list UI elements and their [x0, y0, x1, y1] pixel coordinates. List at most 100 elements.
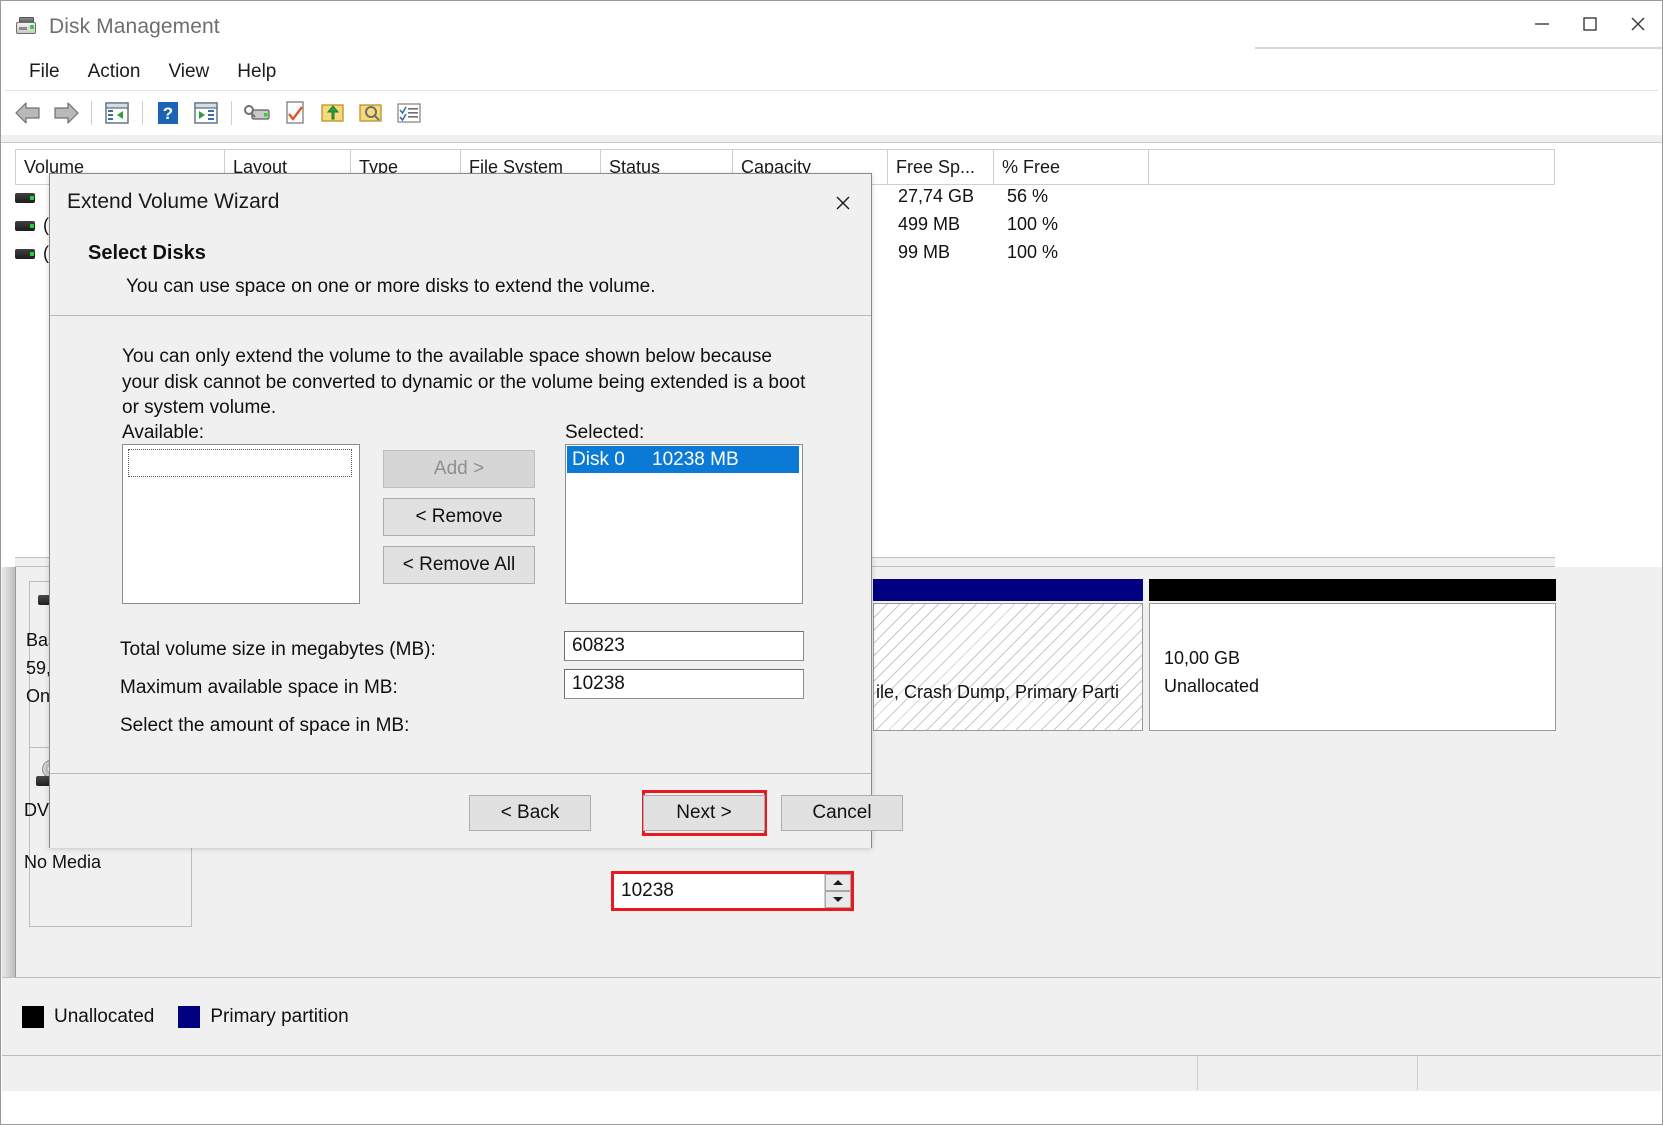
legend-swatch-primary-partition: [178, 1005, 201, 1028]
back-button[interactable]: < Back: [469, 795, 591, 831]
cell-free-space: 27,74 GB: [898, 186, 975, 206]
dialog-page-subtitle: You can use space on one or more disks t…: [126, 276, 656, 297]
window-title: Disk Management: [49, 15, 220, 38]
svg-text:?: ?: [163, 104, 173, 123]
unallocated-label: Unallocated: [1164, 676, 1260, 696]
cell-free-space: 99 MB: [898, 242, 951, 262]
next-button[interactable]: Next >: [643, 795, 765, 831]
status-cell-secondary: [1198, 1056, 1418, 1090]
unallocated-partition-body[interactable]: 10,00 GB Unallocated: [1149, 603, 1556, 731]
dialog-intro-text: You can only extend the volume to the av…: [122, 346, 806, 419]
spinner-buttons: [825, 874, 851, 908]
toolbar: ?: [1, 91, 1662, 135]
toolbar-separator: [91, 101, 92, 125]
legend-label-primary-partition: Primary partition: [210, 1005, 349, 1027]
show-hide-action-pane-icon[interactable]: [187, 95, 225, 131]
column-header-percent-free[interactable]: % Free: [994, 149, 1149, 185]
dialog-close-icon[interactable]: [821, 184, 865, 222]
task-list-icon[interactable]: [390, 95, 428, 131]
status-cell-tertiary: [1418, 1056, 1659, 1090]
available-label: Available:: [122, 422, 205, 443]
dialog-title-bar: Extend Volume Wizard: [50, 174, 871, 234]
cell-percent-free: 100 %: [1007, 242, 1059, 262]
available-disks-listbox[interactable]: [122, 444, 360, 604]
dialog-body: You can only extend the volume to the av…: [50, 317, 871, 774]
window-controls: [1518, 1, 1662, 47]
show-hide-console-tree-icon[interactable]: [98, 95, 136, 131]
selected-disks-listbox[interactable]: Disk 0 10238 MB: [565, 444, 803, 604]
column-header-free-space[interactable]: Free Sp...: [888, 149, 994, 185]
refresh-icon[interactable]: [276, 95, 314, 131]
dialog-title: Extend Volume Wizard: [67, 190, 280, 213]
rescan-disks-icon[interactable]: [314, 95, 352, 131]
title-bar-divider: [1255, 47, 1662, 49]
total-volume-size-field: 60823: [564, 631, 804, 661]
back-arrow-icon[interactable]: [9, 95, 47, 131]
close-button[interactable]: [1614, 1, 1662, 47]
vertical-scrollbar[interactable]: [2, 567, 16, 977]
extend-volume-wizard-dialog: Extend Volume Wizard Select Disks You ca…: [49, 173, 903, 911]
menu-item-view[interactable]: View: [156, 58, 221, 86]
status-bar: [2, 1055, 1661, 1091]
disk-drive-icon: [15, 15, 39, 39]
total-volume-size-label: Total volume size in megabytes (MB):: [120, 639, 436, 660]
selected-disk-size: 10238 MB: [652, 448, 739, 470]
system-partition-body[interactable]: ile, Crash Dump, Primary Parti: [873, 603, 1143, 731]
unallocated-partition-cap: [1149, 579, 1556, 601]
disk-properties-icon[interactable]: [238, 95, 276, 131]
disk0-size: 59,: [26, 658, 52, 678]
minimize-button[interactable]: [1518, 1, 1566, 47]
menu-item-action[interactable]: Action: [76, 58, 153, 86]
remove-button[interactable]: < Remove: [383, 498, 535, 536]
disk-management-window: Disk Management File Action View Help ? …: [0, 0, 1663, 1125]
system-partition-cap: [873, 579, 1143, 601]
volume-icon: [15, 191, 37, 204]
disk0-status: On: [26, 686, 51, 706]
menu-item-file[interactable]: File: [17, 58, 72, 86]
cancel-button[interactable]: Cancel: [781, 795, 903, 831]
spinner-down-icon[interactable]: [825, 891, 851, 908]
volume-icon: [15, 219, 37, 232]
add-button[interactable]: Add >: [383, 450, 535, 488]
dialog-header: Select Disks You can use space on one or…: [50, 234, 871, 316]
title-bar: Disk Management: [1, 1, 1662, 53]
toolbar-divider: [1, 135, 1662, 143]
toolbar-separator: [231, 101, 232, 125]
cell-free-space: 499 MB: [898, 214, 961, 234]
remove-all-button[interactable]: < Remove All: [383, 546, 535, 584]
legend-swatch-unallocated: [22, 1005, 44, 1028]
cdrom-status: No Media: [24, 852, 102, 872]
unallocated-size: 10,00 GB: [1164, 648, 1241, 668]
available-focus-rect: [128, 449, 352, 477]
volume-icon: [15, 247, 37, 260]
help-icon[interactable]: ?: [149, 95, 187, 131]
cell-percent-free: 100 %: [1007, 214, 1059, 234]
select-amount-of-space-label: Select the amount of space in MB:: [120, 715, 410, 736]
legend-bar: Unallocated Primary partition: [2, 977, 1661, 1055]
dialog-page-title: Select Disks: [88, 242, 206, 264]
column-header-filler: [1149, 149, 1555, 185]
maximize-button[interactable]: [1566, 1, 1614, 47]
spinner-up-icon[interactable]: [825, 874, 851, 891]
maximum-available-space-field: 10238: [564, 669, 804, 699]
forward-arrow-icon[interactable]: [47, 95, 85, 131]
search-folder-icon[interactable]: [352, 95, 390, 131]
table-row[interactable]: [15, 183, 43, 211]
cdrom-name: DV: [24, 800, 50, 820]
status-cell-main: [2, 1056, 1198, 1090]
menu-item-help[interactable]: Help: [225, 58, 288, 86]
select-amount-of-space-spinner[interactable]: 10238: [614, 874, 851, 908]
dialog-footer: < Back Next > Cancel: [50, 775, 903, 848]
toolbar-separator: [142, 101, 143, 125]
list-item[interactable]: Disk 0 10238 MB: [567, 446, 799, 473]
menu-bar: File Action View Help: [1, 53, 1662, 91]
maximum-available-space-label: Maximum available space in MB:: [120, 677, 398, 698]
table-row[interactable]: (: [15, 211, 49, 239]
selected-label: Selected:: [565, 422, 645, 443]
select-amount-of-space-input[interactable]: 10238: [614, 874, 825, 908]
legend-label-unallocated: Unallocated: [54, 1005, 155, 1027]
selected-disk-name: Disk 0: [572, 448, 625, 470]
cell-percent-free: 56 %: [1007, 186, 1049, 206]
table-row[interactable]: (: [15, 239, 49, 267]
system-partition-label: ile, Crash Dump, Primary Parti: [876, 682, 1120, 702]
